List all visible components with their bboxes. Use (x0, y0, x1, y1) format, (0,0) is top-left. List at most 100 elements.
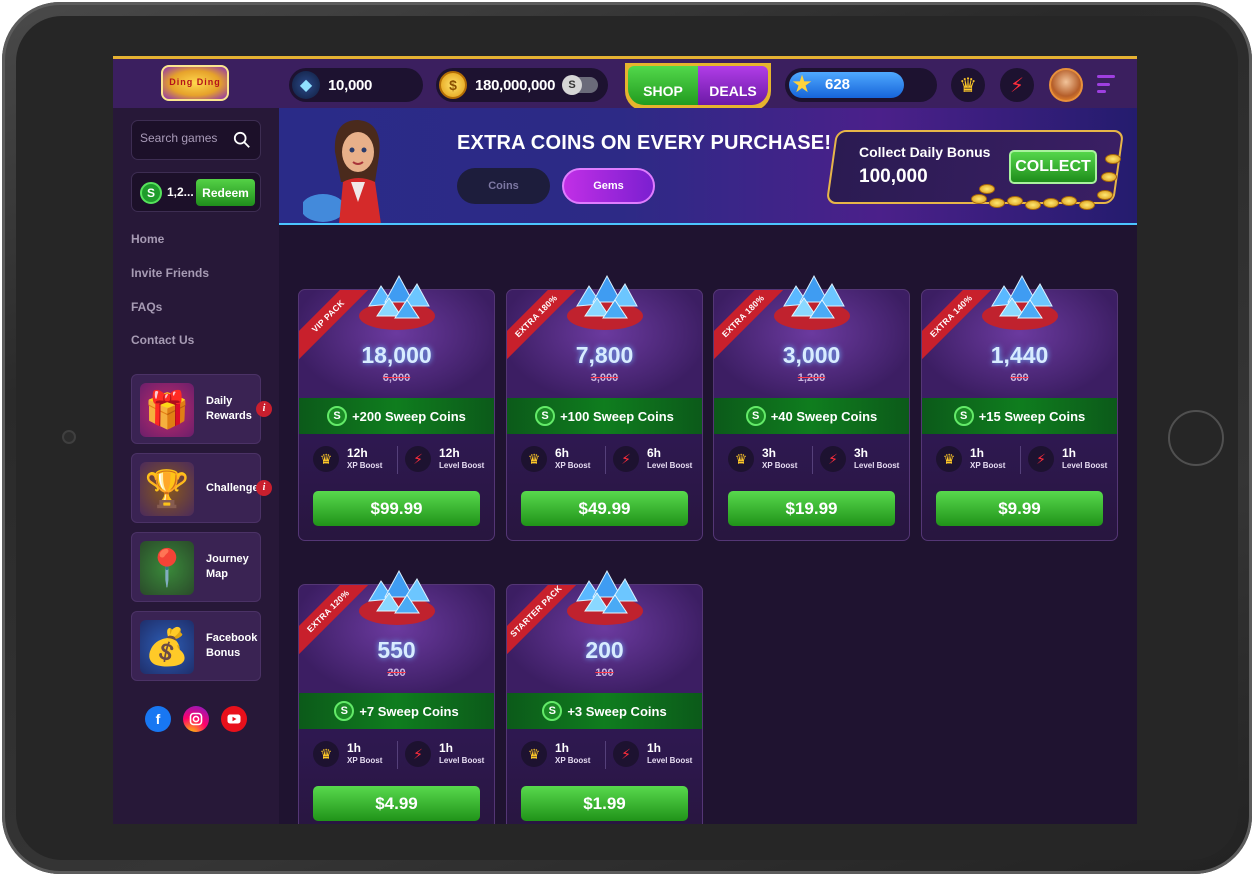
level-boost: ⚡ 1h Level Boost (613, 741, 692, 767)
xp-boost: ♛ 12h XP Boost (313, 446, 382, 472)
sweep-balance: 1,2... (167, 185, 194, 199)
tab-deals[interactable]: DEALS (698, 66, 768, 105)
crown-icon: ♛ (521, 446, 547, 472)
diamond-icon: ◆ (292, 71, 320, 99)
pack-old-amount: 200 (387, 667, 406, 679)
home-button[interactable] (1168, 410, 1224, 466)
sweep-coins-label: +40 Sweep Coins (770, 408, 878, 424)
xp-boost-duration: 1h (555, 740, 570, 755)
sweep-coin-icon: S (140, 182, 162, 204)
level-boost-duration: 3h (854, 445, 869, 460)
trophy-icon: 🏆 (140, 462, 194, 516)
pack-old-amount: 600 (1010, 372, 1029, 384)
redeem-button[interactable]: Redeem (196, 179, 255, 206)
lightning-icon: ⚡ (405, 446, 431, 472)
facebook-bonus-label: Facebook Bonus (206, 632, 258, 659)
sweep-coins-bar: S +200 Sweep Coins (299, 398, 494, 434)
xp-progress: ★ 628 (785, 68, 937, 102)
lightning-icon: ⚡ (1028, 446, 1054, 472)
lightning-icon: ⚡ (613, 446, 639, 472)
gem-pack-card: EXTRA 120% 550 200 S +7 Sweep Coins ♛ 1h X… (298, 569, 495, 824)
search-input[interactable] (140, 131, 230, 145)
boost-button[interactable]: ⚡ (1000, 68, 1034, 102)
daily-bonus-label: Collect Daily Bonus (859, 144, 991, 160)
facebook-bonus-card[interactable]: 💰 Facebook Bonus (131, 611, 261, 681)
instagram-icon[interactable] (183, 706, 209, 732)
level-boost-label: Level Boost (647, 755, 693, 765)
pack-gem-amount: 7,800 (575, 342, 634, 368)
level-boost-label: Level Boost (439, 755, 485, 765)
lightning-icon: ⚡ (613, 741, 639, 767)
crown-icon: ♛ (936, 446, 962, 472)
tab-gems[interactable]: Gems (562, 168, 655, 204)
journey-map-label: Journey Map (206, 553, 249, 580)
xp-boost-duration: 3h (762, 445, 777, 460)
pack-gem-amount: 550 (377, 637, 416, 663)
xp-boost-duration: 1h (970, 445, 985, 460)
level-boost-duration: 1h (1062, 445, 1077, 460)
buy-button[interactable]: $4.99 (313, 786, 480, 821)
sweep-coin-icon: S (535, 406, 556, 426)
nav-invite-friends[interactable]: Invite Friends (131, 266, 209, 280)
pack-old-amount: 3,000 (590, 372, 619, 384)
buy-button[interactable]: $9.99 (936, 491, 1103, 526)
facebook-icon[interactable]: f (145, 706, 171, 732)
xp-boost-label: XP Boost (762, 460, 798, 470)
crown-icon: ♛ (959, 74, 977, 97)
pack-gem-amount: 3,000 (782, 342, 841, 368)
pack-gem-amount: 1,440 (990, 342, 1049, 368)
buy-button[interactable]: $49.99 (521, 491, 688, 526)
level-boost-duration: 1h (439, 740, 454, 755)
journey-map-card[interactable]: 📍 Journey Map (131, 532, 261, 602)
gem-pack-card: EXTRA 180% 3,000 1,200 S +40 Sweep Coins … (713, 274, 910, 541)
app-screen: Ding Ding Ding 777 ◆ 10,000 $ 180,000,00… (113, 56, 1137, 824)
info-icon[interactable]: i (256, 401, 272, 417)
pack-old-amount: 6,000 (382, 372, 411, 384)
lightning-icon: ⚡ (820, 446, 846, 472)
nav-faqs[interactable]: FAQs (131, 300, 162, 314)
avatar[interactable] (1049, 68, 1083, 102)
sweep-coins-bar: S +40 Sweep Coins (714, 398, 909, 434)
buy-button[interactable]: $99.99 (313, 491, 480, 526)
challenges-card[interactable]: 🏆 Challenges i (131, 453, 272, 523)
sweep-coins-bar: S +15 Sweep Coins (922, 398, 1117, 434)
level-boost-label: Level Boost (647, 460, 693, 470)
collect-button[interactable]: COLLECT (1009, 150, 1097, 184)
xp-value: 628 (825, 76, 851, 93)
xp-boost-duration: 6h (555, 445, 570, 460)
level-boost: ⚡ 6h Level Boost (613, 446, 692, 472)
tab-coins[interactable]: Coins (457, 168, 550, 204)
crown-button[interactable]: ♛ (951, 68, 985, 102)
buy-button[interactable]: $1.99 (521, 786, 688, 821)
sweep-redeem-box: S 1,2... Redeem (131, 172, 261, 212)
gems-value: 10,000 (328, 76, 373, 94)
xp-boost-label: XP Boost (347, 460, 383, 470)
xp-boost: ♛ 1h XP Boost (313, 741, 382, 767)
tab-shop[interactable]: SHOP (628, 66, 698, 105)
pack-gem-amount: 200 (585, 637, 624, 663)
search-icon[interactable] (233, 131, 251, 149)
level-boost: ⚡ 1h Level Boost (405, 741, 484, 767)
sweep-coins-bar: S +7 Sweep Coins (299, 693, 494, 729)
app-logo[interactable]: Ding Ding Ding 777 (161, 65, 229, 117)
crown-icon: ♛ (521, 741, 547, 767)
daily-rewards-card[interactable]: 🎁 Daily Rewards i (131, 374, 272, 444)
sweep-coins-label: +100 Sweep Coins (560, 408, 674, 424)
sidebar: S 1,2... Redeem Home Invite Friends FAQs… (113, 108, 279, 824)
daily-rewards-label: Daily Rewards (206, 395, 252, 422)
promo-banner: EXTRA COINS ON EVERY PURCHASE! Coins Gem… (279, 108, 1137, 225)
level-boost-label: Level Boost (1062, 460, 1108, 470)
sweep-mode-toggle[interactable]: S (562, 75, 598, 95)
menu-icon[interactable] (1097, 75, 1115, 93)
nav-home[interactable]: Home (131, 232, 164, 246)
sweep-coin-icon: S (953, 406, 974, 426)
map-icon: 📍 (140, 541, 194, 595)
search-box (131, 120, 261, 160)
buy-button[interactable]: $19.99 (728, 491, 895, 526)
xp-boost-label: XP Boost (555, 755, 591, 765)
nav-contact-us[interactable]: Contact Us (131, 333, 194, 347)
info-icon[interactable]: i (256, 480, 272, 496)
coins-value: 180,000,000 (475, 76, 556, 94)
star-icon: ★ (791, 71, 813, 98)
youtube-icon[interactable] (221, 706, 247, 732)
